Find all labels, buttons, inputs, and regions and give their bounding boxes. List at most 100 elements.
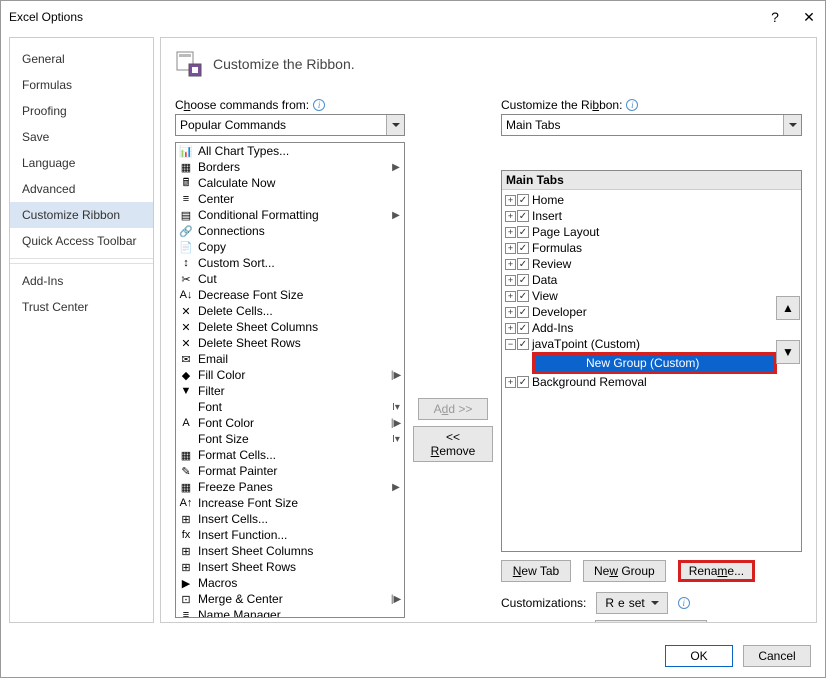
tree-row[interactable]: −✓javaTpoint (Custom)	[502, 336, 801, 352]
move-up-button[interactable]: ▲	[776, 296, 800, 320]
list-item[interactable]: ✎Format Painter	[176, 463, 404, 479]
list-item[interactable]: ⊞Insert Sheet Columns	[176, 543, 404, 559]
list-item[interactable]: A↓Decrease Font Size	[176, 287, 404, 303]
list-item[interactable]: 📊All Chart Types...	[176, 143, 404, 159]
info-icon[interactable]: i	[313, 99, 325, 111]
command-icon: 🔗	[178, 224, 194, 238]
tree-row[interactable]: +✓Page Layout	[502, 224, 801, 240]
list-item[interactable]: ▼Filter	[176, 383, 404, 399]
checkbox[interactable]: ✓	[517, 376, 529, 388]
list-item[interactable]: ⊡Merge & Center|▶	[176, 591, 404, 607]
checkbox[interactable]: ✓	[517, 258, 529, 270]
sidebar-item-trust-center[interactable]: Trust Center	[10, 294, 153, 320]
tree-row[interactable]: New Group (Custom)	[535, 355, 774, 371]
sidebar-item-customize-ribbon[interactable]: Customize Ribbon	[10, 202, 153, 228]
checkbox[interactable]: ✓	[517, 226, 529, 238]
move-down-button[interactable]: ▼	[776, 340, 800, 364]
expand-icon[interactable]: +	[505, 227, 516, 238]
list-item[interactable]: ↕Custom Sort...	[176, 255, 404, 271]
checkbox[interactable]: ✓	[517, 306, 529, 318]
checkbox[interactable]: ✓	[517, 194, 529, 206]
ribbon-tree[interactable]: Main Tabs +✓Home+✓Insert+✓Page Layout+✓F…	[501, 170, 802, 552]
list-item[interactable]: FontI▾	[176, 399, 404, 415]
checkbox[interactable]: ✓	[517, 322, 529, 334]
list-item[interactable]: 🔗Connections	[176, 223, 404, 239]
remove-button[interactable]: << Remove	[413, 426, 493, 462]
list-item[interactable]: ✕Delete Sheet Rows	[176, 335, 404, 351]
info-icon[interactable]: i	[678, 597, 690, 609]
new-tab-button[interactable]: New Tab	[501, 560, 571, 582]
tree-row[interactable]: +✓Developer	[502, 304, 801, 320]
tree-row[interactable]: +✓Home	[502, 192, 801, 208]
list-item[interactable]: 📄Copy	[176, 239, 404, 255]
tree-row[interactable]: +✓Formulas	[502, 240, 801, 256]
list-item[interactable]: ✕Delete Sheet Columns	[176, 319, 404, 335]
sidebar-item-add-ins[interactable]: Add-Ins	[10, 268, 153, 294]
tree-row[interactable]: +✓Background Removal	[502, 374, 801, 390]
checkbox[interactable]: ✓	[517, 242, 529, 254]
expand-icon[interactable]: +	[505, 275, 516, 286]
list-item[interactable]: ✂Cut	[176, 271, 404, 287]
list-item[interactable]: ▦Freeze Panes▶	[176, 479, 404, 495]
expand-icon[interactable]: +	[505, 307, 516, 318]
info-icon[interactable]: i	[626, 99, 638, 111]
list-item[interactable]: AFont Color|▶	[176, 415, 404, 431]
list-item[interactable]: ◆Fill Color|▶	[176, 367, 404, 383]
checkbox[interactable]: ✓	[517, 338, 529, 350]
add-button[interactable]: Add >>	[418, 398, 488, 420]
expand-icon[interactable]: +	[505, 243, 516, 254]
command-icon: A↑	[178, 496, 194, 510]
list-item[interactable]: A↑Increase Font Size	[176, 495, 404, 511]
tree-row[interactable]: +✓Add-Ins	[502, 320, 801, 336]
list-item[interactable]: ▦Borders▶	[176, 159, 404, 175]
expand-icon[interactable]: −	[505, 339, 516, 350]
sidebar-item-formulas[interactable]: Formulas	[10, 72, 153, 98]
expand-icon[interactable]: +	[505, 323, 516, 334]
checkbox[interactable]: ✓	[517, 210, 529, 222]
tree-row[interactable]: +✓Insert	[502, 208, 801, 224]
checkbox[interactable]: ✓	[517, 290, 529, 302]
cancel-button[interactable]: Cancel	[743, 645, 811, 667]
list-item[interactable]: ▦Format Cells...	[176, 447, 404, 463]
checkbox[interactable]: ✓	[517, 274, 529, 286]
tree-row[interactable]: +✓Data	[502, 272, 801, 288]
list-item[interactable]: ≡Name Manager	[176, 607, 404, 617]
expand-icon[interactable]: +	[505, 259, 516, 270]
expand-icon[interactable]: +	[505, 291, 516, 302]
list-item[interactable]: ⊞Insert Sheet Rows	[176, 559, 404, 575]
expand-icon[interactable]: +	[505, 377, 516, 388]
sidebar-item-language[interactable]: Language	[10, 150, 153, 176]
sidebar-item-quick-access-toolbar[interactable]: Quick Access Toolbar	[10, 228, 153, 254]
new-group-button[interactable]: New Group	[583, 560, 666, 582]
rename-button[interactable]: Rename...	[678, 560, 755, 582]
list-item[interactable]: ✕Delete Cells...	[176, 303, 404, 319]
command-icon: ▦	[178, 160, 194, 174]
list-item[interactable]: 🖩Calculate Now	[176, 175, 404, 191]
list-item[interactable]: ▤Conditional Formatting▶	[176, 207, 404, 223]
list-item[interactable]: ✉Email	[176, 351, 404, 367]
ok-button[interactable]: OK	[665, 645, 733, 667]
list-item[interactable]: ≡Center	[176, 191, 404, 207]
tree-row[interactable]: +✓View	[502, 288, 801, 304]
help-icon[interactable]: ?	[767, 9, 783, 25]
close-icon[interactable]: ✕	[801, 9, 817, 25]
command-icon: ✉	[178, 352, 194, 366]
sidebar-item-general[interactable]: General	[10, 46, 153, 72]
tree-row[interactable]: +✓Review	[502, 256, 801, 272]
choose-from-dropdown[interactable]: Popular Commands	[175, 114, 405, 136]
sidebar-item-advanced[interactable]: Advanced	[10, 176, 153, 202]
chevron-down-icon[interactable]	[386, 115, 404, 135]
list-item[interactable]: Font SizeI▾	[176, 431, 404, 447]
list-item[interactable]: ▶Macros	[176, 575, 404, 591]
expand-icon[interactable]: +	[505, 211, 516, 222]
list-item[interactable]: ⊞Insert Cells...	[176, 511, 404, 527]
chevron-down-icon[interactable]	[783, 115, 801, 135]
ribbon-scope-dropdown[interactable]: Main Tabs	[501, 114, 802, 136]
sidebar-item-proofing[interactable]: Proofing	[10, 98, 153, 124]
list-item[interactable]: fxInsert Function...	[176, 527, 404, 543]
commands-listbox[interactable]: 📊All Chart Types...▦Borders▶🖩Calculate N…	[175, 142, 405, 618]
reset-button[interactable]: Reset	[596, 592, 667, 614]
sidebar-item-save[interactable]: Save	[10, 124, 153, 150]
expand-icon[interactable]: +	[505, 195, 516, 206]
import-export-button[interactable]: Import/Export	[595, 620, 707, 623]
